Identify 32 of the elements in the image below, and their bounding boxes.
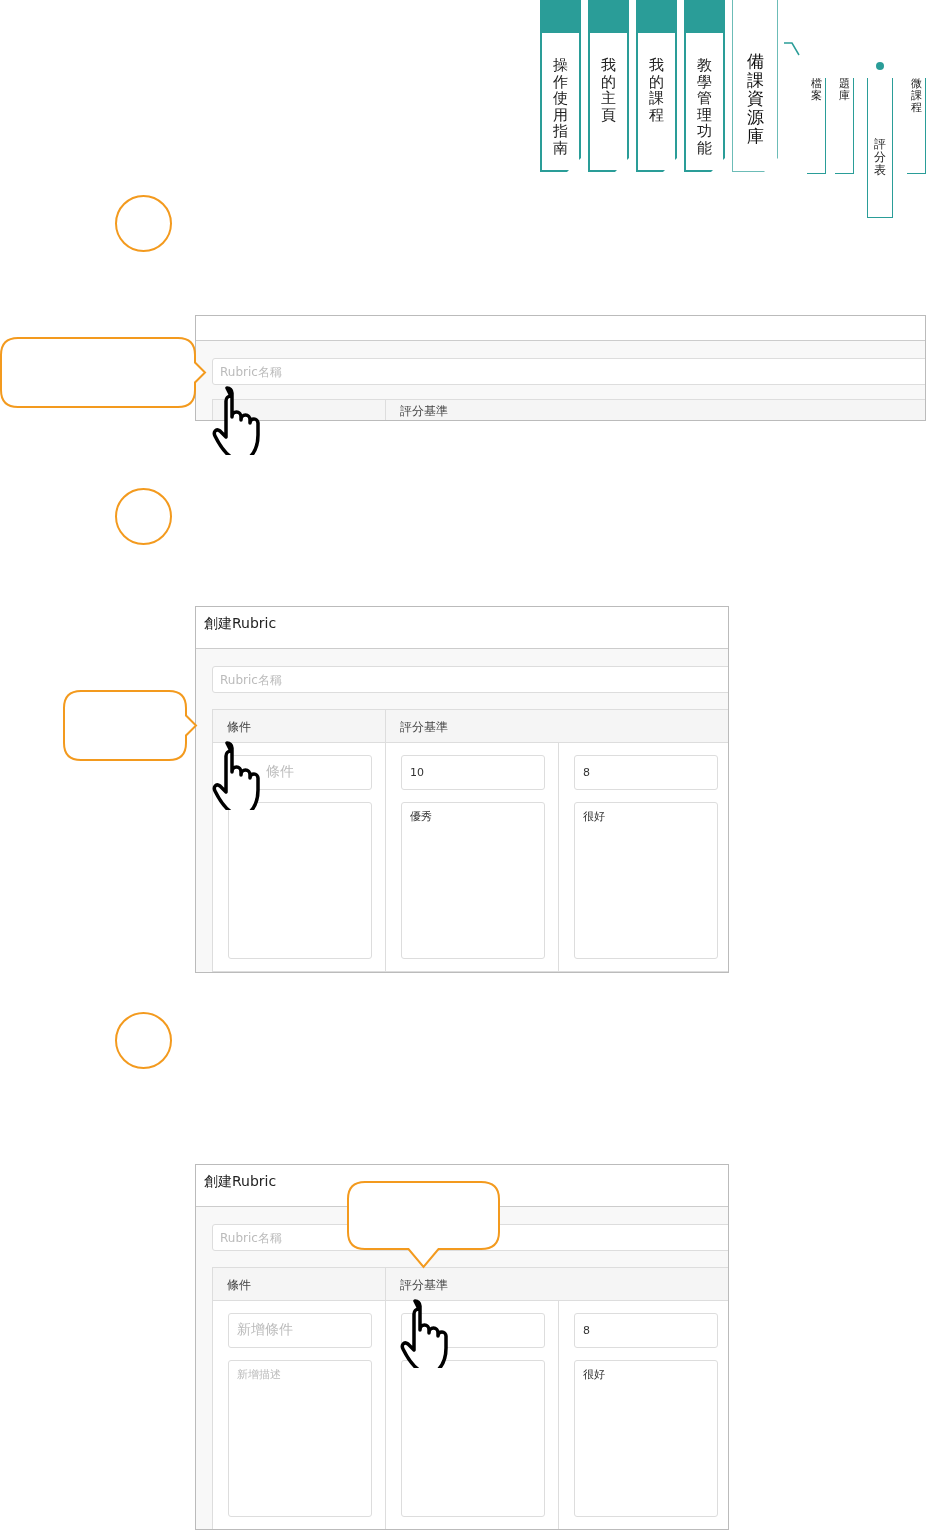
description-field[interactable]	[401, 1360, 545, 1517]
score-field[interactable]: 8	[574, 1313, 718, 1348]
description-field[interactable]	[228, 802, 372, 959]
nav-tab[interactable]: 備課資源庫	[732, 0, 778, 172]
score-field[interactable]: 8	[574, 755, 718, 790]
column-header: 條件	[213, 1268, 386, 1300]
description-field[interactable]: 新增描述	[228, 1360, 372, 1517]
name-field[interactable]: Rubric名稱	[212, 358, 925, 385]
nav-tab[interactable]: 我的課程	[636, 0, 677, 172]
column-header: 評分基準	[399, 403, 449, 420]
panel-title: 創建Rubric	[204, 615, 277, 631]
connector-line	[784, 42, 800, 56]
nav-tab[interactable]: 操作使用指南	[540, 0, 581, 172]
step-circle	[115, 488, 172, 545]
step-circle	[115, 195, 172, 252]
nav-tab[interactable]: 教學管理功能	[684, 0, 725, 172]
description-field[interactable]: 優秀	[401, 802, 545, 959]
criterion-field[interactable]: 新增條件	[228, 1313, 372, 1348]
panel-title: 創建Rubric	[204, 1173, 277, 1189]
selection-dot	[876, 62, 884, 70]
column-header: 評分基準	[399, 1277, 449, 1294]
step-circle	[115, 1012, 172, 1069]
score-field[interactable]: 10	[401, 755, 545, 790]
nav-tab[interactable]: 我的主頁	[588, 0, 629, 172]
name-field[interactable]: Rubric名稱	[212, 666, 728, 693]
sub-tab[interactable]: 微課程	[907, 78, 926, 174]
description-field[interactable]: 很好	[574, 1360, 718, 1517]
column-header: 評分基準	[399, 719, 449, 736]
sub-tab[interactable]: 檔案	[807, 78, 826, 174]
sub-tab[interactable]: 題庫	[835, 78, 854, 174]
description-field[interactable]: 很好	[574, 802, 718, 959]
sub-tab[interactable]: 評分表	[867, 78, 893, 218]
